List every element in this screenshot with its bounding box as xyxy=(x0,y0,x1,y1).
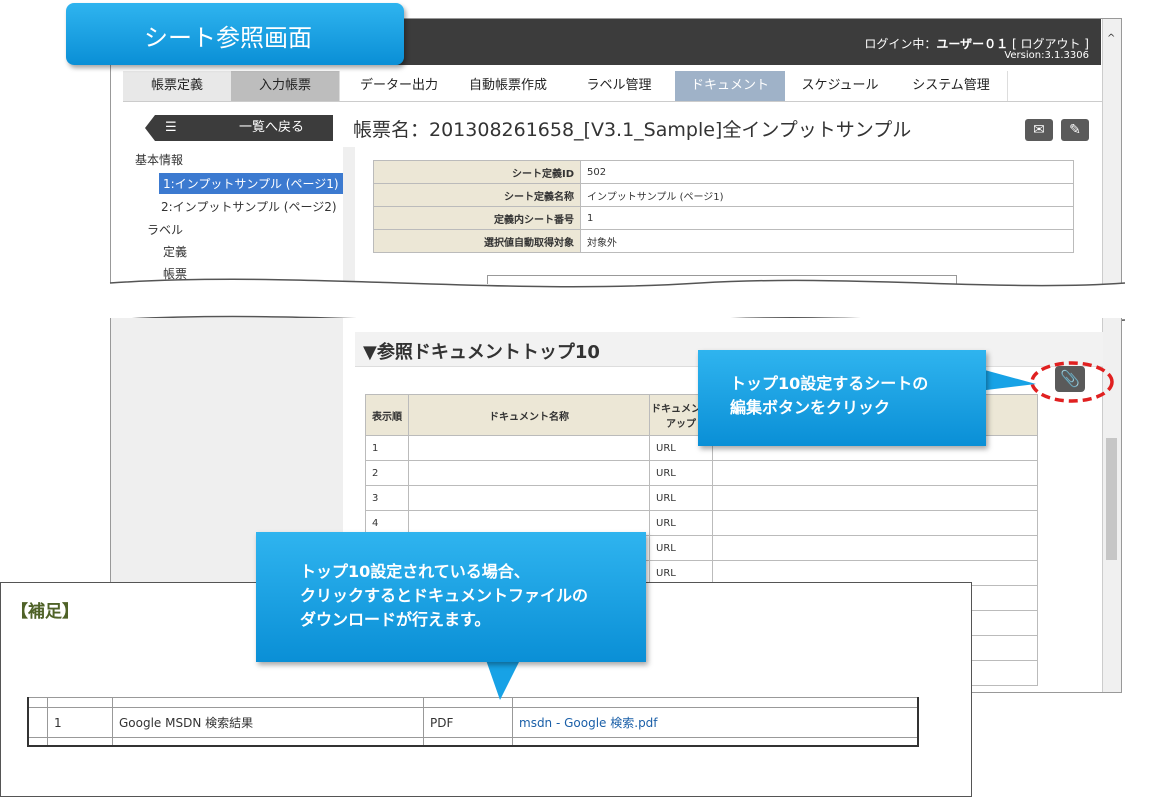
table-row: 3 URL xyxy=(365,485,1038,511)
sidebar-divider xyxy=(343,147,355,284)
order-cell: 1 xyxy=(47,707,113,738)
type-cell: URL xyxy=(649,510,713,536)
file-cell xyxy=(712,510,1038,536)
table-row: 1 Google MSDN 検索結果 PDF msdn - Google 検索.… xyxy=(27,707,919,738)
scrollbar[interactable]: ^ xyxy=(1102,19,1121,284)
table-row: シート定義ID 502 xyxy=(373,160,1074,184)
screen-title: シート参照画面 xyxy=(144,24,312,52)
section-title: ▼参照ドキュメントトップ10 xyxy=(363,342,600,363)
tab-auto-form[interactable]: 自動帳票作成 xyxy=(453,71,564,101)
row-edge xyxy=(27,707,48,738)
edit-icon: ✎ xyxy=(1069,122,1081,138)
tab-form-definition[interactable]: 帳票定義 xyxy=(123,71,232,101)
table-row: 2 URL xyxy=(365,460,1038,486)
info-value: 502 xyxy=(580,160,1074,184)
tree-item-page2[interactable]: 2:インプットサンプル (ページ2) xyxy=(161,198,337,215)
info-key: 選択値自動取得対象 xyxy=(373,229,581,253)
tree-item-definition[interactable]: 定義 xyxy=(163,243,187,260)
type-cell: URL xyxy=(649,485,713,511)
order-cell xyxy=(47,697,113,708)
row-edge xyxy=(27,737,48,747)
tab-label-management[interactable]: ラベル管理 xyxy=(563,71,676,101)
callout-edit-instruction: トップ10設定するシートの 編集ボタンをクリック xyxy=(698,350,986,446)
row-edge xyxy=(27,697,48,708)
name-cell xyxy=(408,435,650,461)
type-cell: URL xyxy=(649,535,713,561)
name-cell xyxy=(408,460,650,486)
tree-item-basic-info[interactable]: 基本情報 xyxy=(135,151,183,168)
highlight-ellipse xyxy=(1030,361,1114,403)
tab-system-management[interactable]: システム管理 xyxy=(895,71,1008,101)
version-label: Version:3.1.3306 xyxy=(1004,50,1089,61)
table-row xyxy=(27,697,919,708)
file-cell xyxy=(712,460,1038,486)
info-value: 1 xyxy=(580,206,1074,230)
name-cell: Google MSDN 検索結果 xyxy=(112,707,424,738)
type-cell: URL xyxy=(649,460,713,486)
order-cell xyxy=(47,737,113,747)
tab-schedule[interactable]: スケジュール xyxy=(785,71,896,101)
tab-data-output[interactable]: データー出力 xyxy=(345,71,454,101)
file-cell xyxy=(512,737,919,747)
scrollbar-thumb[interactable] xyxy=(1106,438,1117,560)
info-key: シート定義ID xyxy=(373,160,581,184)
list-icon: ☰ xyxy=(165,120,177,135)
back-button-label: 一覧へ戻る xyxy=(239,120,305,135)
callout-download-instruction: トップ10設定されている場合、 クリックするとドキュメントファイルの ダウンロー… xyxy=(256,532,646,662)
info-key: 定義内シート番号 xyxy=(373,206,581,230)
table-row: 定義内シート番号 1 xyxy=(373,206,1074,230)
info-key: シート定義名称 xyxy=(373,183,581,207)
name-cell xyxy=(408,485,650,511)
main-tabs: 帳票定義 入力帳票 データー出力 自動帳票作成 ラベル管理 ドキュメント スケジ… xyxy=(123,71,1103,102)
name-cell xyxy=(112,737,424,747)
order-cell: 1 xyxy=(365,435,409,461)
file-cell xyxy=(512,697,919,708)
tab-document[interactable]: ドキュメント xyxy=(675,71,786,101)
tab-input-form[interactable]: 入力帳票 xyxy=(231,71,340,101)
edit-button[interactable]: ✎ xyxy=(1061,119,1089,141)
login-label: ログイン中： xyxy=(864,37,937,51)
name-cell xyxy=(112,697,424,708)
column-header: ドキュメント名称 xyxy=(408,394,650,436)
logout-link[interactable]: [ ログアウト ] xyxy=(1012,37,1089,51)
callout-text: トップ10設定されている場合、 クリックするとドキュメントファイルの ダウンロー… xyxy=(300,562,589,629)
info-value: 対象外 xyxy=(580,229,1074,253)
scroll-up-icon[interactable]: ^ xyxy=(1107,33,1115,44)
tree-item-page1[interactable]: 1:インプットサンプル (ページ1) xyxy=(159,173,343,194)
column-header: 表示順 xyxy=(365,394,409,436)
table-row: 選択値自動取得対象 対象外 xyxy=(373,229,1074,253)
type-cell xyxy=(423,737,513,747)
type-cell: PDF xyxy=(423,707,513,738)
mail-icon: ✉ xyxy=(1033,122,1045,138)
page-title: 帳票名：201308261658_[V3.1_Sample]全インプットサンプル xyxy=(353,119,912,141)
info-value: インプットサンプル (ページ1) xyxy=(580,183,1074,207)
tree-item-label[interactable]: ラベル xyxy=(147,221,183,238)
table-row: シート定義名称 インプットサンプル (ページ1) xyxy=(373,183,1074,207)
table-row xyxy=(27,737,919,747)
callout2-pointer xyxy=(486,660,520,700)
back-to-list-button[interactable]: ☰ 一覧へ戻る xyxy=(145,115,333,141)
file-cell: msdn - Google 検索.pdf xyxy=(512,707,919,738)
sheet-info-table: シート定義ID 502 シート定義名称 インプットサンプル (ページ1) 定義内… xyxy=(373,160,1074,253)
sidebar-tree: 基本情報 1:インプットサンプル (ページ1) 2:インプットサンプル (ページ… xyxy=(123,147,343,284)
user-name: ユーザー０１ xyxy=(936,37,1009,51)
file-cell xyxy=(712,535,1038,561)
order-cell: 2 xyxy=(365,460,409,486)
supplement-label: 【補足】 xyxy=(11,602,79,622)
file-cell xyxy=(712,485,1038,511)
supplement-table: 1 Google MSDN 検索結果 PDF msdn - Google 検索.… xyxy=(27,697,919,747)
screen-title-badge: シート参照画面 xyxy=(66,3,404,65)
document-download-link[interactable]: msdn - Google 検索.pdf xyxy=(519,716,658,730)
mail-button[interactable]: ✉ xyxy=(1025,119,1053,141)
order-cell: 3 xyxy=(365,485,409,511)
callout-text: トップ10設定するシートの 編集ボタンをクリック xyxy=(730,374,929,417)
